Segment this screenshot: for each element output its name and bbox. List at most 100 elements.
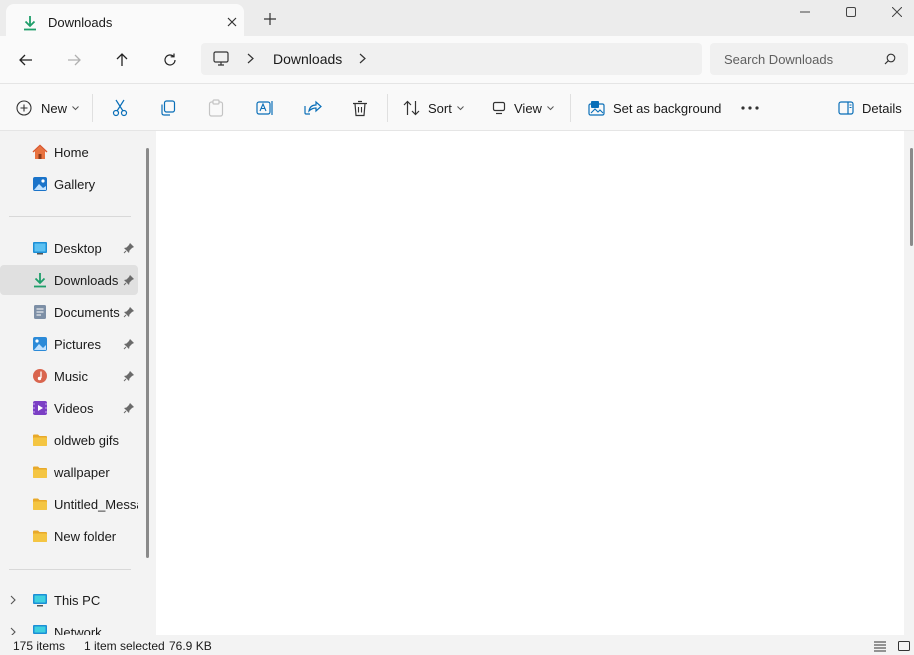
sidebar-item-label: This PC [54,593,101,608]
search-placeholder: Search Downloads [724,52,834,67]
sidebar-item-oldweb-gifs[interactable]: oldweb gifs [0,425,138,455]
sidebar-item-label: Network [54,625,102,635]
back-arrow-icon[interactable] [12,46,40,74]
folder-icon [32,432,48,448]
pin-icon[interactable] [123,370,135,382]
download-icon [32,272,48,288]
pin-icon[interactable] [123,242,135,254]
details-label: Details [862,100,902,116]
folder-icon [32,496,48,512]
view-button[interactable]: View [492,96,554,120]
sidebar-item-pictures[interactable]: Pictures [0,329,138,359]
sidebar-item-this-pc[interactable]: This PC [0,585,138,615]
separator [387,94,388,122]
chevron-right-icon[interactable] [359,53,366,64]
tab-title: Downloads [48,15,113,30]
details-view-icon[interactable] [874,640,886,652]
view-label: View [514,100,542,116]
desktop-icon [32,240,48,256]
sidebar-item-videos[interactable]: Videos [0,393,138,423]
sidebar-item-home[interactable]: Home [0,137,138,167]
breadcrumb-downloads[interactable]: Downloads [273,51,342,67]
sort-icon [403,100,420,116]
minimize-icon[interactable] [782,0,828,24]
pin-icon[interactable] [123,402,135,414]
sidebar-item-music[interactable]: Music [0,361,138,391]
sidebar-item-label: Home [54,145,89,160]
sidebar-item-untitled-messages[interactable]: Untitled_Messages [0,489,138,519]
pin-icon[interactable] [123,274,135,286]
tiles-view-icon[interactable] [898,640,910,652]
rename-icon[interactable] [256,96,274,120]
search-input[interactable]: Search Downloads [710,43,908,75]
new-button[interactable]: New [16,96,79,120]
set-background-icon [588,100,606,116]
sidebar-item-label: Gallery [54,177,96,192]
divider [9,216,131,217]
pin-icon[interactable] [123,338,135,350]
delete-icon[interactable] [352,96,368,120]
address-bar[interactable]: Downloads [201,43,702,75]
this-pc-icon [32,592,48,608]
sort-button[interactable]: Sort [403,96,464,120]
search-icon[interactable] [884,53,896,65]
sidebar-scrollbar[interactable] [146,148,149,558]
pin-icon[interactable] [123,306,135,318]
monitor-icon [213,51,229,66]
set-background-label: Set as background [613,100,722,116]
network-icon [32,624,48,635]
item-count: 175 items [13,639,66,653]
cut-icon[interactable] [112,96,128,120]
chevron-down-icon [72,105,79,111]
selection-info: 1 item selected [84,639,165,653]
folder-icon [32,528,48,544]
details-pane-icon [838,101,854,115]
sidebar-item-network[interactable]: Network [0,617,138,635]
selection-size: 76.9 KB [169,639,212,653]
chevron-right-icon[interactable] [247,53,254,64]
close-window-icon[interactable] [874,0,914,24]
share-icon[interactable] [304,96,322,120]
forward-arrow-icon[interactable] [60,46,88,74]
music-icon [32,368,48,384]
chevron-right-icon[interactable] [10,595,16,605]
separator [570,94,571,122]
chevron-right-icon[interactable] [10,627,16,635]
divider [9,569,131,570]
download-icon [22,15,38,31]
sidebar-item-label: New folder [54,529,117,544]
plus-icon[interactable] [260,9,280,29]
sidebar-item-label: Untitled_Messages [54,497,138,512]
folder-icon [32,464,48,480]
sidebar-item-new-folder[interactable]: New folder [0,521,138,551]
sidebar-item-label: oldweb gifs [54,433,120,448]
sidebar-item-wallpaper[interactable]: wallpaper [0,457,138,487]
view-icon [492,101,506,115]
file-list-area[interactable] [156,131,904,635]
separator [92,94,93,122]
paste-icon[interactable] [208,96,224,120]
sidebar-item-label: wallpaper [54,465,110,480]
close-icon[interactable] [222,12,242,32]
maximize-icon[interactable] [828,0,874,24]
more-icon[interactable] [741,96,759,120]
sort-label: Sort [428,100,452,116]
details-button[interactable]: Details [838,96,902,120]
set-as-background-button[interactable]: Set as background [588,96,721,120]
tab-downloads[interactable]: Downloads [6,4,244,36]
pictures-icon [32,336,48,352]
home-icon [32,144,48,160]
sidebar-item-desktop[interactable]: Desktop [0,233,138,263]
documents-icon [32,304,48,320]
new-label: New [41,100,68,116]
sidebar-item-downloads[interactable]: Downloads [0,265,138,295]
chevron-down-icon [456,105,464,111]
content-scrollbar[interactable] [910,148,913,246]
videos-icon [32,400,48,416]
refresh-icon[interactable] [156,46,184,74]
chevron-down-icon [547,105,554,111]
up-arrow-icon[interactable] [108,46,136,74]
sidebar-item-gallery[interactable]: Gallery [0,169,138,199]
sidebar-item-documents[interactable]: Documents [0,297,138,327]
copy-icon[interactable] [160,96,176,120]
